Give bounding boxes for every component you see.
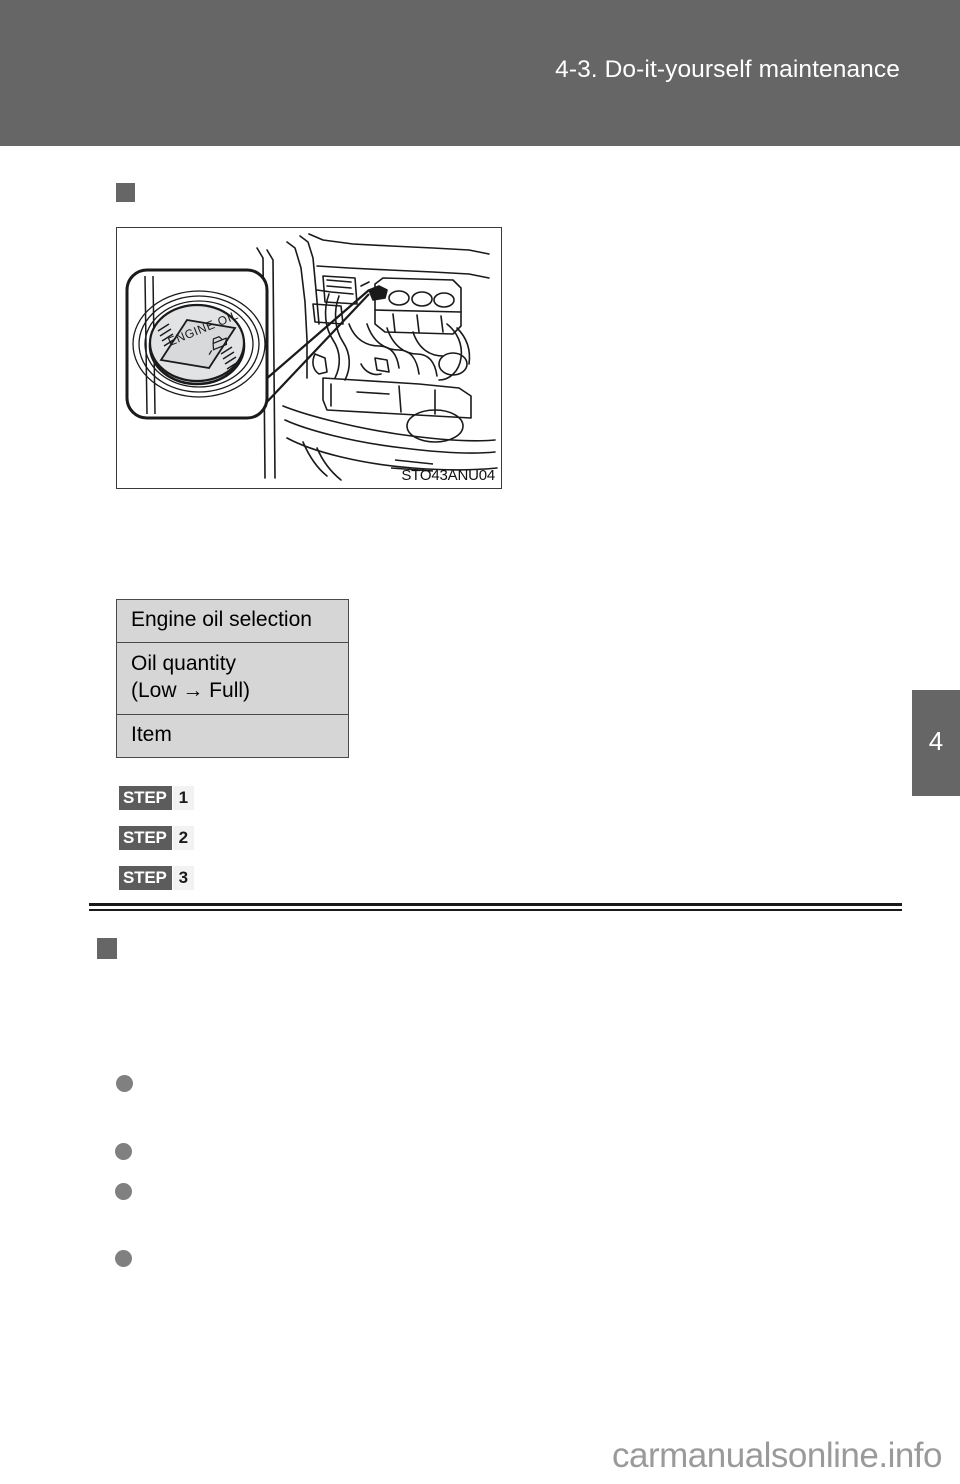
step-label: STEP bbox=[119, 866, 172, 890]
section-marker-square-lower bbox=[97, 938, 117, 959]
step-label: STEP bbox=[119, 786, 172, 810]
divider-line-thick bbox=[89, 903, 902, 906]
divider-line-thin bbox=[89, 909, 902, 911]
step-number: 2 bbox=[171, 826, 194, 850]
page-title: 4-3. Do-it-yourself maintenance bbox=[555, 56, 900, 83]
table-cell-engine-oil-selection: Engine oil selection bbox=[116, 599, 349, 643]
figure-caption: STO43ANU04 bbox=[401, 467, 495, 484]
oil-quantity-range: (Low → Full) bbox=[131, 678, 251, 702]
table-cell-oil-quantity: Oil quantity (Low → Full) bbox=[116, 641, 349, 715]
step-number: 1 bbox=[171, 786, 194, 810]
page-header-band: 4-3. Do-it-yourself maintenance bbox=[0, 0, 960, 146]
engine-oil-cap-figure: ENGINE OIL STO43ANU04 bbox=[116, 227, 502, 489]
oil-quantity-label: Oil quantity bbox=[131, 651, 237, 675]
table-row: Engine oil selection bbox=[116, 599, 349, 643]
section-divider-rule bbox=[89, 903, 902, 911]
step-badge-1: STEP 1 bbox=[118, 785, 195, 811]
bullet-dot-1 bbox=[116, 1075, 133, 1092]
step-badge-3: STEP 3 bbox=[118, 865, 195, 891]
bullet-dot-3 bbox=[115, 1183, 132, 1200]
step-badge-list: STEP 1 STEP 2 STEP 3 bbox=[118, 785, 195, 905]
bullet-dot-2 bbox=[115, 1143, 132, 1160]
oil-cap-inset: ENGINE OIL bbox=[125, 268, 269, 420]
bullet-dot-4 bbox=[115, 1250, 132, 1267]
step-label: STEP bbox=[119, 826, 172, 850]
table-cell-item: Item bbox=[116, 713, 349, 758]
table-row: Oil quantity (Low → Full) bbox=[116, 641, 349, 715]
step-number: 3 bbox=[171, 866, 194, 890]
step-badge-2: STEP 2 bbox=[118, 825, 195, 851]
footer-watermark: carmanualsonline.info bbox=[612, 1436, 942, 1475]
chapter-tab-number: 4 bbox=[928, 726, 944, 756]
engine-bay-illustration: ENGINE OIL bbox=[117, 228, 501, 488]
chapter-tab: 4 bbox=[912, 690, 960, 796]
table-row: Item bbox=[116, 713, 349, 758]
specification-table: Engine oil selection Oil quantity (Low →… bbox=[116, 599, 349, 758]
section-marker-square bbox=[116, 183, 135, 202]
